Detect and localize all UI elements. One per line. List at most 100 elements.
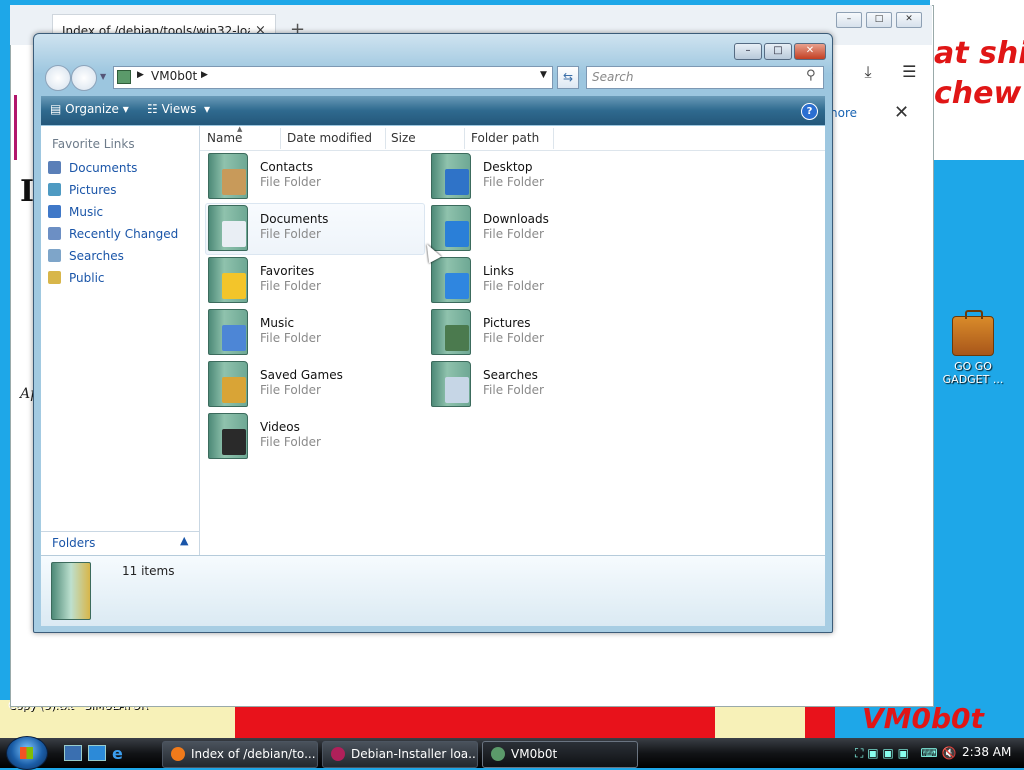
volume-muted-icon[interactable]: 🔇 bbox=[942, 746, 957, 760]
folder-type: File Folder bbox=[260, 227, 321, 241]
pictures-icon bbox=[48, 183, 61, 196]
sidebar-item-documents[interactable]: Documents bbox=[48, 161, 137, 175]
browser-learn-more-link[interactable]: nore bbox=[830, 106, 857, 120]
tray-app-icon[interactable]: ▣ bbox=[867, 746, 878, 760]
searches-icon bbox=[48, 249, 61, 262]
address-dropdown-chevron-down-icon[interactable]: ▼ bbox=[540, 70, 547, 80]
folder-name: Favorites bbox=[260, 264, 315, 278]
explorer-icon bbox=[491, 747, 505, 761]
sidebar-item-label: Recently Changed bbox=[69, 227, 179, 241]
folder-icon bbox=[51, 562, 91, 620]
folder-type: File Folder bbox=[260, 279, 321, 293]
sidebar-item-label: Documents bbox=[69, 161, 138, 175]
column-header-size[interactable]: Size bbox=[391, 131, 416, 145]
search-icon[interactable]: ⚲ bbox=[806, 68, 816, 83]
tray-app-icon[interactable]: ▣ bbox=[898, 746, 909, 760]
taskbar-button-firefox[interactable]: Index of /debian/to... bbox=[162, 741, 318, 768]
folders-label[interactable]: Folders bbox=[52, 536, 95, 550]
user-folder-icon bbox=[117, 70, 131, 84]
folder-item[interactable]: Saved Games File Folder bbox=[200, 359, 415, 409]
wallpaper-text-2: chew bbox=[934, 76, 1022, 111]
trophy-icon bbox=[222, 377, 246, 403]
links-icon bbox=[445, 273, 469, 299]
browser-accent-bar bbox=[14, 95, 17, 160]
column-divider[interactable] bbox=[464, 128, 465, 149]
taskbar-button-debian-installer[interactable]: Debian-Installer loa... bbox=[322, 741, 478, 768]
browser-notification-close-icon[interactable]: ✕ bbox=[894, 102, 909, 123]
sidebar-item-pictures[interactable]: Pictures bbox=[48, 183, 117, 197]
folder-item[interactable]: Desktop File Folder bbox=[423, 151, 638, 201]
column-header-date-modified[interactable]: Date modified bbox=[287, 131, 372, 145]
documents-icon bbox=[48, 161, 61, 174]
breadcrumb-location[interactable]: VM0b0t bbox=[151, 69, 197, 83]
folder-item[interactable]: Favorites File Folder bbox=[200, 255, 415, 305]
browser-toolbar-icons: ◡ ⤓ ☰ bbox=[820, 62, 916, 82]
folder-name: Desktop bbox=[483, 160, 533, 174]
organize-button[interactable]: ▤ Organize ▾ bbox=[50, 102, 129, 116]
folder-type: File Folder bbox=[483, 227, 544, 241]
folder-item[interactable]: Documents File Folder bbox=[200, 203, 415, 253]
chevron-down-icon: ▾ bbox=[122, 102, 129, 116]
sidebar-item-recently-changed[interactable]: Recently Changed bbox=[48, 227, 178, 241]
sidebar-item-label: Music bbox=[69, 205, 104, 219]
network-status-icon[interactable]: ⌨ bbox=[920, 746, 937, 760]
folder-name: Documents bbox=[260, 212, 329, 226]
back-button[interactable] bbox=[45, 65, 71, 91]
sidebar-item-searches[interactable]: Searches bbox=[48, 249, 124, 263]
download-icon[interactable]: ⤓ bbox=[864, 62, 871, 81]
menu-icon[interactable]: ☰ bbox=[902, 62, 916, 81]
column-divider[interactable] bbox=[553, 128, 554, 149]
switch-windows-icon[interactable] bbox=[88, 745, 106, 761]
start-button[interactable] bbox=[6, 736, 48, 770]
taskbar-button-label: VM0b0t bbox=[511, 747, 558, 761]
firefox-icon bbox=[171, 747, 185, 761]
folder-name: Links bbox=[483, 264, 514, 278]
close-button[interactable]: ✕ bbox=[794, 43, 826, 60]
folder-item[interactable]: Videos File Folder bbox=[200, 411, 415, 461]
refresh-button[interactable]: ⇆ bbox=[557, 66, 579, 89]
sidebar-item-music[interactable]: Music bbox=[48, 205, 103, 219]
folder-item[interactable]: Searches File Folder bbox=[423, 359, 638, 409]
minimize-button[interactable]: – bbox=[734, 43, 762, 60]
sidebar-item-label: Public bbox=[69, 271, 105, 285]
folder-item[interactable]: Links File Folder bbox=[423, 255, 638, 305]
folder-type: File Folder bbox=[260, 175, 321, 189]
desktop-icon bbox=[445, 169, 469, 195]
network-icon[interactable]: ⛶ bbox=[855, 746, 863, 760]
taskbar-button-label: Index of /debian/to... bbox=[191, 747, 316, 761]
internet-explorer-icon[interactable]: e bbox=[112, 744, 123, 763]
column-header-name[interactable]: Name bbox=[207, 131, 242, 145]
desktop-gadget-shortcut[interactable]: GO GO GADGET ... bbox=[938, 310, 1008, 386]
music-icon bbox=[48, 205, 61, 218]
sidebar-item-public[interactable]: Public bbox=[48, 271, 105, 285]
sidebar-item-label: Pictures bbox=[69, 183, 117, 197]
views-button[interactable]: ☷ Views ▾ bbox=[147, 102, 210, 116]
breadcrumb-chevron-right-icon[interactable]: ▶ bbox=[201, 70, 208, 80]
column-divider[interactable] bbox=[280, 128, 281, 149]
browser-maximize-button[interactable]: □ bbox=[866, 12, 892, 28]
folder-item[interactable]: Pictures File Folder bbox=[423, 307, 638, 357]
chevron-up-icon[interactable]: ▲ bbox=[180, 534, 188, 547]
recently-changed-icon bbox=[48, 227, 61, 240]
maximize-button[interactable]: □ bbox=[764, 43, 792, 60]
forward-button[interactable] bbox=[71, 65, 97, 91]
taskbar-clock[interactable]: 2:38 AM bbox=[962, 745, 1011, 759]
help-icon[interactable]: ? bbox=[801, 103, 818, 120]
browser-close-button[interactable]: ✕ bbox=[896, 12, 922, 28]
taskbar-button-explorer[interactable]: VM0b0t bbox=[482, 741, 638, 768]
show-desktop-icon[interactable] bbox=[64, 745, 82, 761]
folder-name: Downloads bbox=[483, 212, 549, 226]
folder-item[interactable]: Contacts File Folder bbox=[200, 151, 415, 201]
folder-type: File Folder bbox=[260, 331, 321, 345]
organize-label: Organize bbox=[65, 102, 119, 116]
folder-name: Saved Games bbox=[260, 368, 343, 382]
recent-pages-chevron-down-icon[interactable]: ▼ bbox=[100, 72, 106, 81]
folder-item[interactable]: Music File Folder bbox=[200, 307, 415, 357]
music-icon bbox=[222, 325, 246, 351]
browser-minimize-button[interactable]: – bbox=[836, 12, 862, 28]
column-header-folder-path[interactable]: Folder path bbox=[471, 131, 539, 145]
folder-item[interactable]: Downloads File Folder bbox=[423, 203, 638, 253]
tray-app-icon[interactable]: ▣ bbox=[882, 746, 893, 760]
column-divider[interactable] bbox=[385, 128, 386, 149]
breadcrumb-chevron-right-icon[interactable]: ▶ bbox=[137, 70, 144, 80]
